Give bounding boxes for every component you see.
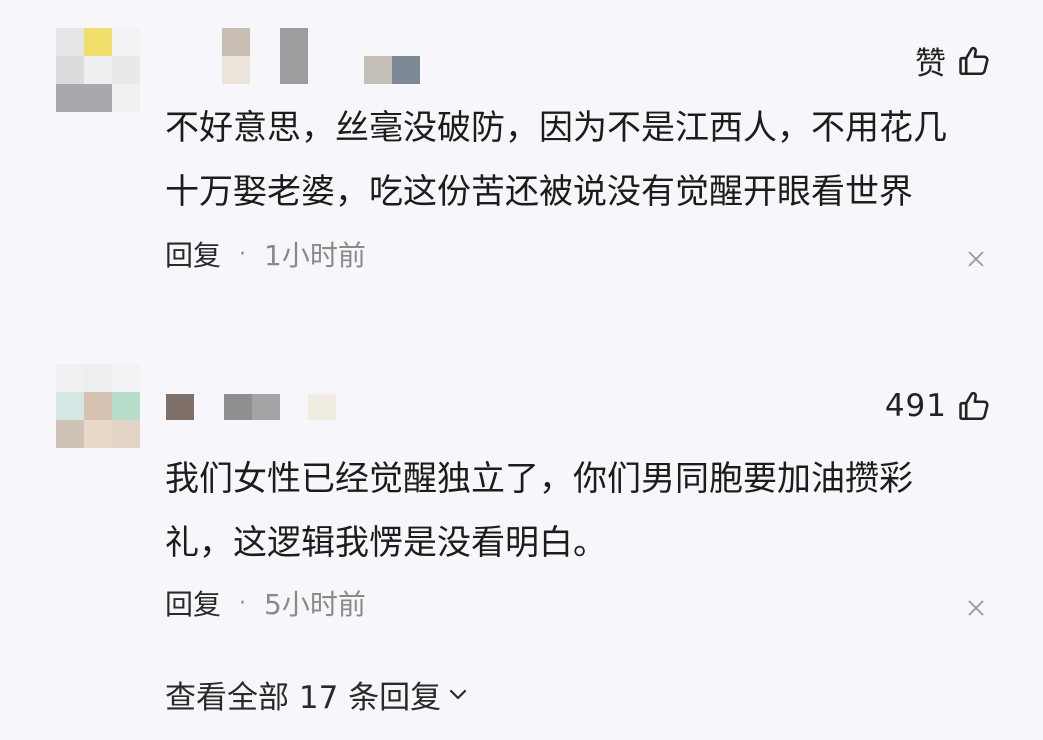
comment-text: 不好意思，丝毫没破防，因为不是江西人，不用花几 十万娶老婆，吃这份苦还被说没有觉…	[165, 96, 995, 224]
comment-text-line: 礼，这逻辑我愣是没看明白。	[165, 523, 607, 563]
meta-separator: ·	[239, 590, 247, 616]
reply-button[interactable]: 回复	[165, 234, 221, 274]
like-count: 491	[884, 388, 947, 424]
close-icon[interactable]	[965, 248, 987, 270]
avatar[interactable]	[56, 28, 140, 112]
comment-text: 我们女性已经觉醒独立了，你们男同胞要加油攒彩 礼，这逻辑我愣是没看明白。	[165, 447, 995, 575]
comment-item: 赞 不好意思，丝毫没破防，因为不是江西人，不用花几 十万娶老婆，吃这份苦还被说没…	[0, 0, 1043, 330]
comment-text-line: 十万娶老婆，吃这份苦还被说没有觉醒开眼看世界	[165, 172, 913, 212]
username[interactable]	[222, 28, 422, 84]
thumbs-up-icon	[957, 44, 991, 78]
view-all-replies-button[interactable]: 查看全部 17 条回复	[165, 672, 469, 717]
like-button[interactable]: 赞	[915, 38, 991, 83]
close-icon[interactable]	[965, 597, 987, 619]
comment-text-line: 不好意思，丝毫没破防，因为不是江西人，不用花几	[165, 108, 947, 148]
reply-button[interactable]: 回复	[165, 583, 221, 623]
chevron-down-icon	[447, 677, 469, 713]
like-button[interactable]: 491	[885, 388, 991, 424]
comment-meta: 回复 · 1小时前	[165, 234, 366, 274]
comment-text-line: 我们女性已经觉醒独立了，你们男同胞要加油攒彩	[165, 459, 913, 499]
thumbs-up-icon	[957, 389, 991, 423]
avatar[interactable]	[56, 364, 140, 448]
comment-time: 1小时前	[264, 239, 366, 272]
username[interactable]	[166, 394, 336, 420]
like-count: 赞	[915, 46, 947, 82]
meta-separator: ·	[239, 241, 247, 267]
comment-meta: 回复 · 5小时前	[165, 583, 366, 623]
view-all-replies-label: 查看全部 17 条回复	[165, 680, 442, 716]
comment-item: 491 我们女性已经觉醒独立了，你们男同胞要加油攒彩 礼，这逻辑我愣是没看明白。…	[0, 345, 1043, 665]
comment-time: 5小时前	[264, 588, 366, 621]
